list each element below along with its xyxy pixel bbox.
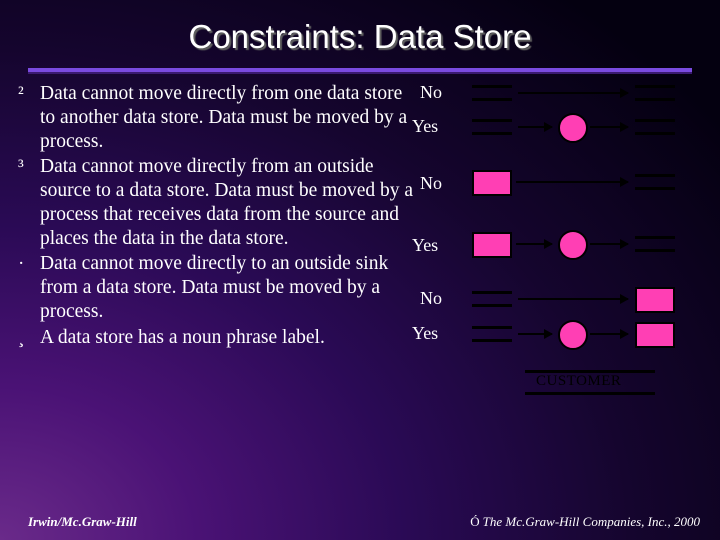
datastore-icon xyxy=(472,326,512,329)
source-icon xyxy=(472,232,512,258)
arrow-icon xyxy=(590,126,628,128)
source-icon xyxy=(472,170,512,196)
datastore-icon xyxy=(635,236,675,239)
slide: Constraints: Data Store ² Data cannot mo… xyxy=(0,0,720,540)
process-icon xyxy=(558,230,588,260)
arrow-icon xyxy=(518,298,628,300)
footer-right-text: The Mc.Graw-Hill Companies, Inc., 2000 xyxy=(483,514,700,529)
bullet-4: ¸ A data store has a noun phrase label. xyxy=(18,326,418,350)
arrow-icon xyxy=(590,333,628,335)
bullet-text-2: Data cannot move directly from an outsid… xyxy=(40,156,413,248)
arrow-icon xyxy=(518,92,628,94)
footer-left: Irwin/Mc.Graw-Hill xyxy=(28,514,137,530)
label-no-2: No xyxy=(420,173,442,194)
arrow-icon xyxy=(516,243,552,245)
datastore-label: CUSTOMER xyxy=(536,373,621,390)
process-icon xyxy=(558,113,588,143)
bullet-1: ² Data cannot move directly from one dat… xyxy=(18,82,418,153)
process-icon xyxy=(558,320,588,350)
body-text: ² Data cannot move directly from one dat… xyxy=(18,82,418,352)
slide-title: Constraints: Data Store xyxy=(0,18,720,56)
bullet-text-1: Data cannot move directly from one data … xyxy=(40,83,407,152)
bullet-sym-2: ³ xyxy=(18,155,24,178)
datastore-icon xyxy=(472,119,512,122)
label-yes-2: Yes xyxy=(412,235,438,256)
bullet-text-4: A data store has a noun phrase label. xyxy=(40,327,325,348)
bullet-2: ³ Data cannot move directly from an outs… xyxy=(18,155,418,250)
datastore-icon xyxy=(635,119,675,122)
datastore-icon xyxy=(635,174,675,177)
label-no-3: No xyxy=(420,288,442,309)
footer-right: Ó The Mc.Graw-Hill Companies, Inc., 2000 xyxy=(470,514,700,530)
arrow-icon xyxy=(516,181,628,183)
bullet-sym-1: ² xyxy=(18,82,24,105)
datastore-icon xyxy=(472,291,512,294)
datastore-icon xyxy=(635,85,675,88)
arrow-icon xyxy=(590,243,628,245)
bullet-text-3: Data cannot move directly to an outside … xyxy=(40,253,388,322)
bullet-sym-3: · xyxy=(18,252,24,275)
bullet-3: · Data cannot move directly to an outsid… xyxy=(18,252,418,323)
copyright-symbol: Ó xyxy=(470,514,479,529)
sink-icon xyxy=(635,287,675,313)
datastore-icon xyxy=(472,85,512,88)
title-rule-bot xyxy=(28,72,692,74)
label-yes-1: Yes xyxy=(412,116,438,137)
sink-icon xyxy=(635,322,675,348)
diagram-area: No Yes No Yes No Yes xyxy=(420,80,710,480)
arrow-icon xyxy=(518,126,552,128)
arrow-icon xyxy=(518,333,552,335)
bullet-sym-4: ¸ xyxy=(18,326,24,349)
label-yes-3: Yes xyxy=(412,323,438,344)
label-no-1: No xyxy=(420,82,442,103)
